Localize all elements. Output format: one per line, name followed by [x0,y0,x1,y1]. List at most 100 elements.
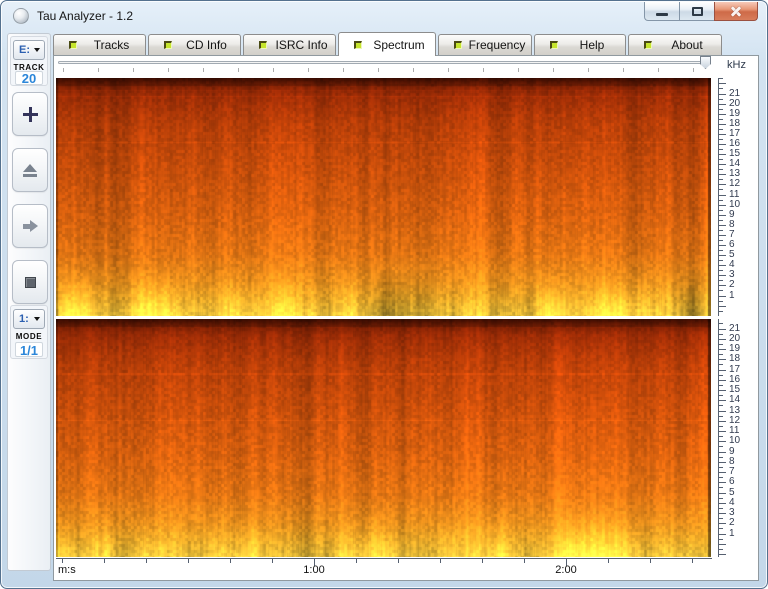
freq-tick [719,462,726,463]
freq-tick [719,285,726,286]
freq-tick [719,154,726,155]
freq-tick [719,385,723,386]
freq-tick [719,539,723,540]
tab-indicator-icon [69,41,77,49]
freq-tick [719,329,726,330]
tab-label: Spectrum [367,38,431,52]
freq-tick [719,523,726,524]
freq-tick [719,426,723,427]
stop-button[interactable] [12,260,48,304]
freq-tick [719,215,726,216]
track-number: 20 [15,71,43,85]
slider-tick [623,68,624,72]
freq-tick [719,359,726,360]
freq-tick-label: 2 [729,280,735,290]
drive-selector-dropdown[interactable]: E: [13,40,45,60]
freq-tick [719,109,723,110]
freq-tick [719,159,723,160]
freq-tick [719,124,726,125]
time-tick [62,559,63,563]
slider-tick [693,68,694,72]
plus-button[interactable] [12,92,48,136]
freq-tick [719,169,723,170]
freq-tick [719,416,723,417]
freq-tick [719,88,723,89]
freq-tick [719,195,726,196]
freq-tick [719,260,723,261]
position-slider[interactable] [58,61,709,64]
window-title: Tau Analyzer - 1.2 [37,9,133,23]
freq-tick [719,411,726,412]
freq-unit-label: kHz [727,59,746,71]
time-tick [146,559,147,563]
time-tick [440,559,441,563]
tab-isrc-info[interactable]: ISRC Info [243,34,336,55]
freq-tick [719,405,723,406]
freq-tick [719,457,723,458]
tab-frequency[interactable]: Frequency [438,34,532,55]
eject-button[interactable] [12,148,48,192]
freq-tick [719,225,726,226]
freq-tick [719,230,723,231]
freq-tick [719,503,726,504]
time-tick [356,559,357,563]
mode-selector-dropdown[interactable]: 1: [13,309,45,329]
freq-tick [719,395,723,396]
time-tick [524,559,525,563]
sidebar: E: TRACK 20 1: MODE 1/1 [7,33,51,571]
time-tick [398,559,399,563]
freq-tick-label: 10 [729,436,740,446]
tab-about[interactable]: About [628,34,722,55]
freq-tick [719,205,726,206]
tab-help[interactable]: Help [534,34,626,55]
slider-tick [553,68,554,72]
freq-tick [719,164,726,165]
freq-tick-label: 14 [729,395,740,405]
freq-tick [719,354,723,355]
freq-tick-label: 2 [729,518,735,528]
freq-tick [719,431,726,432]
tab-indicator-icon [164,41,172,49]
tab-spectrum[interactable]: Spectrum [338,32,436,56]
tab-tracks[interactable]: Tracks [53,34,146,55]
minimize-button[interactable] [644,2,680,21]
time-tick [188,559,189,563]
play-button[interactable] [12,204,48,248]
freq-tick [719,487,723,488]
tab-indicator-icon [550,41,558,49]
titlebar[interactable]: Tau Analyzer - 1.2 [1,1,767,32]
freq-tick-label: 1 [729,291,735,301]
freq-tick [719,482,726,483]
chevron-down-icon [34,317,40,321]
freq-tick [719,270,723,271]
freq-tick-label: 18 [729,354,740,364]
freq-tick [719,375,723,376]
time-tick-label: 1:00 [301,564,327,576]
freq-tick [719,472,726,473]
freq-tick [719,498,723,499]
freq-tick [719,334,723,335]
freq-tick [719,370,726,371]
tab-label: ISRC Info [272,38,331,52]
freq-tick [719,339,726,340]
slider-tick [483,68,484,72]
maximize-button[interactable] [679,2,715,21]
freq-tick [719,139,723,140]
freq-tick [719,134,726,135]
time-ruler [56,558,712,559]
tab-label: CD Info [177,38,236,52]
close-button[interactable] [714,2,758,21]
time-tick [482,559,483,563]
freq-tick [719,493,726,494]
time-tick [230,559,231,563]
freq-tick [719,554,726,555]
spectrogram-channel-2 [56,319,711,557]
freq-tick [719,210,723,211]
freq-tick [719,508,723,509]
freq-tick [719,421,726,422]
freq-tick [719,250,723,251]
time-tick [692,559,693,563]
tab-cd-info[interactable]: CD Info [148,34,241,55]
caption-buttons [645,2,758,21]
freq-tick [719,83,726,84]
